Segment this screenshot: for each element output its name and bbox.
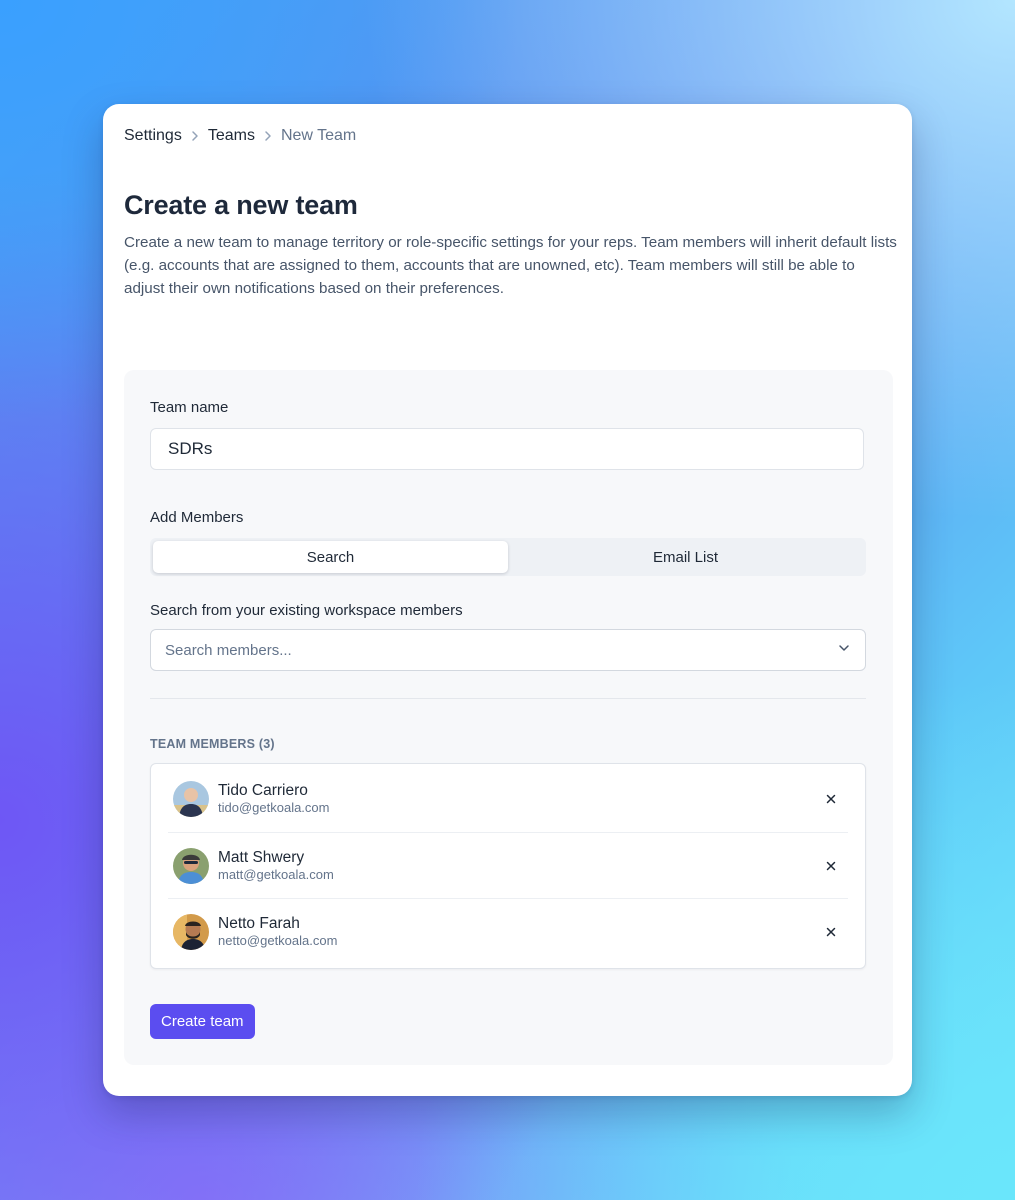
member-info: Netto Farah netto@getkoala.com xyxy=(218,915,817,949)
close-icon xyxy=(826,927,836,937)
breadcrumb: Settings Teams New Team xyxy=(124,126,356,146)
search-members-placeholder: Search members... xyxy=(165,641,292,659)
tab-email-list[interactable]: Email List xyxy=(508,541,863,573)
page-title: Create a new team xyxy=(124,190,358,220)
remove-member-button[interactable] xyxy=(817,785,845,813)
chevron-down-icon xyxy=(837,641,851,660)
add-members-label: Add Members xyxy=(150,509,244,526)
new-team-card: Settings Teams New Team Create a new tea… xyxy=(103,104,912,1096)
avatar xyxy=(173,914,209,950)
team-members-heading: TEAM MEMBERS (3) xyxy=(150,737,275,751)
close-icon xyxy=(826,861,836,871)
member-name: Matt Shwery xyxy=(218,849,305,866)
chevron-right-icon xyxy=(255,126,281,146)
remove-member-button[interactable] xyxy=(817,918,845,946)
avatar xyxy=(173,848,209,884)
create-team-button[interactable]: Create team xyxy=(150,1004,255,1039)
list-item: Matt Shwery matt@getkoala.com xyxy=(168,832,848,899)
chevron-right-icon xyxy=(182,126,208,146)
team-form-panel: Team name Add Members Search Email List … xyxy=(124,370,893,1065)
breadcrumb-settings[interactable]: Settings xyxy=(124,127,182,145)
breadcrumb-new-team: New Team xyxy=(280,127,357,144)
close-icon xyxy=(826,794,836,804)
team-name-label: Team name xyxy=(150,399,229,416)
tab-search[interactable]: Search xyxy=(153,541,508,573)
member-info: Matt Shwery matt@getkoala.com xyxy=(218,849,817,883)
list-item: Netto Farah netto@getkoala.com xyxy=(168,898,848,965)
team-members-list: Tido Carriero tido@getkoala.com Matt Shw… xyxy=(150,763,866,969)
section-divider xyxy=(150,698,866,699)
member-name: Netto Farah xyxy=(218,915,300,932)
list-item: Tido Carriero tido@getkoala.com xyxy=(168,766,848,832)
member-info: Tido Carriero tido@getkoala.com xyxy=(218,782,817,816)
remove-member-button[interactable] xyxy=(817,852,845,880)
team-name-input[interactable] xyxy=(150,428,864,470)
member-email: tido@getkoala.com xyxy=(218,800,330,815)
member-name: Tido Carriero xyxy=(218,782,308,799)
avatar xyxy=(173,781,209,817)
breadcrumb-teams[interactable]: Teams xyxy=(208,127,255,145)
member-email: matt@getkoala.com xyxy=(218,867,334,882)
add-members-tabs: Search Email List xyxy=(150,538,866,576)
page-description: Create a new team to manage territory or… xyxy=(124,234,897,297)
search-members-label: Search from your existing workspace memb… xyxy=(150,602,463,619)
member-email: netto@getkoala.com xyxy=(218,933,338,948)
search-members-select[interactable]: Search members... xyxy=(150,629,866,671)
